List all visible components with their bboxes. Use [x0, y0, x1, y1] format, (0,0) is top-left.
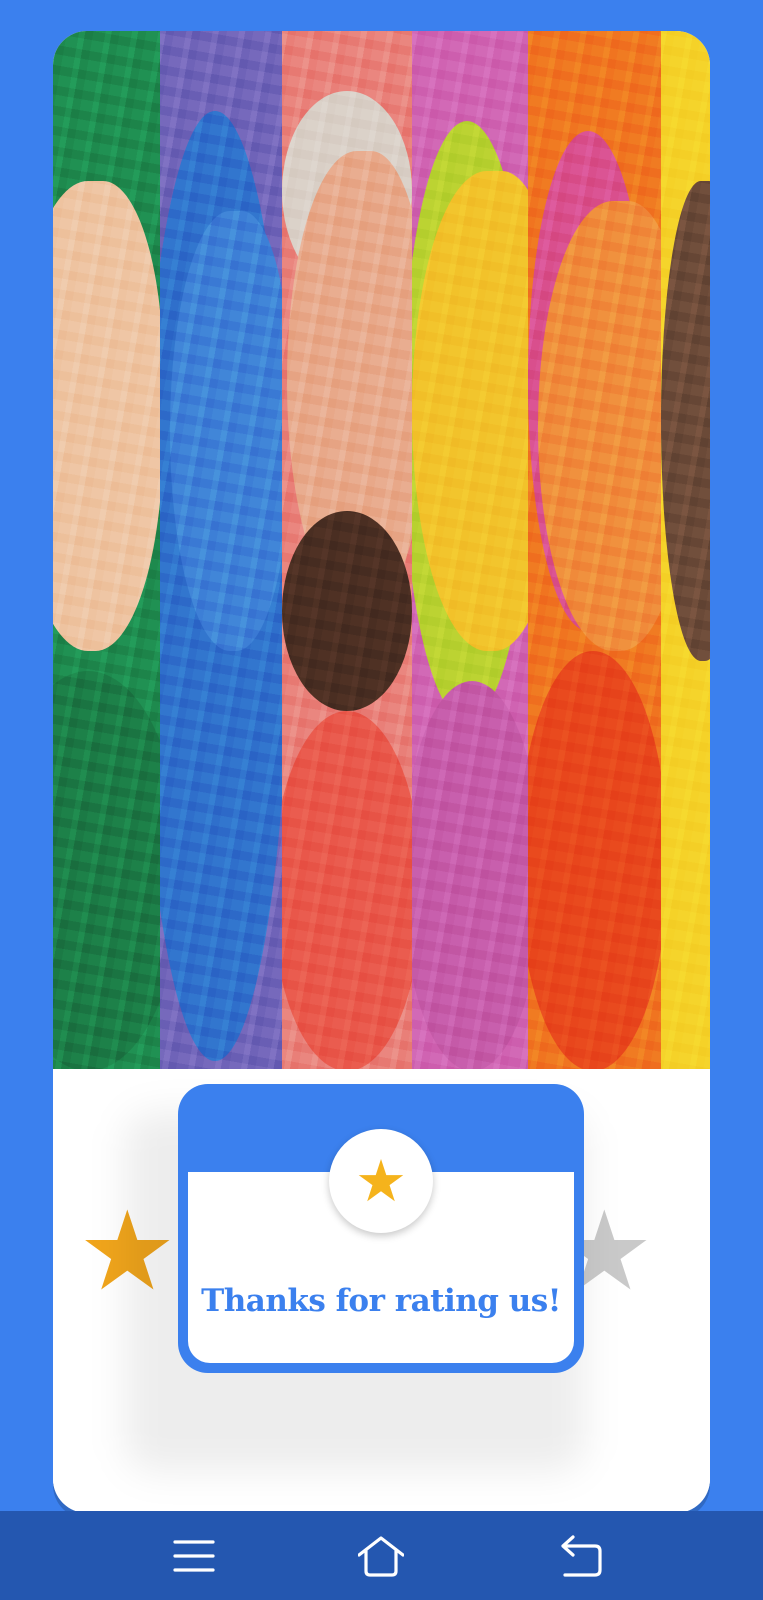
- navigation-bar: [0, 1511, 763, 1600]
- home-icon[interactable]: [357, 1533, 405, 1579]
- artwork-stripe-green: [53, 31, 160, 1069]
- artwork-stripe-blue: [160, 31, 282, 1069]
- star-icon: ★: [329, 1129, 433, 1233]
- thanks-message: Thanks for rating us!: [201, 1283, 561, 1319]
- artwork-image: [53, 31, 710, 1069]
- back-icon[interactable]: [559, 1533, 605, 1579]
- artwork-stripe-red: [282, 31, 412, 1069]
- artwork-stripe-gold: [661, 31, 710, 1069]
- artwork-stripe-yellow: [412, 31, 528, 1069]
- menu-icon[interactable]: [171, 1533, 217, 1579]
- artwork-stripe-orange: [528, 31, 661, 1069]
